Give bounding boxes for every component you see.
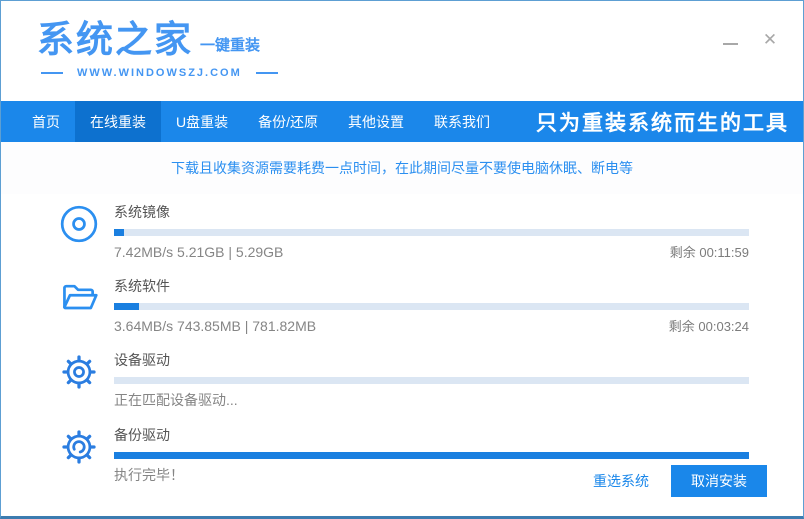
task-detail: 3.64MB/s 743.85MB | 781.82MB <box>114 318 317 334</box>
task-row-system-software: 系统软件 3.64MB/s 743.85MB | 781.82MB 剩余 00:… <box>59 274 749 335</box>
task-title: 系统软件 <box>114 278 170 294</box>
notice-text: 下载且收集资源需要耗费一点时间，在此期间尽量不要使电脑休眠、断电等 <box>1 142 803 194</box>
task-title: 备份驱动 <box>114 427 170 443</box>
progress-bar <box>114 303 749 310</box>
cancel-install-button[interactable]: 取消安装 <box>671 465 767 497</box>
nav-tab-online-reinstall[interactable]: 在线重装 <box>75 101 161 142</box>
reselect-system-button[interactable]: 重选系统 <box>593 471 649 491</box>
task-remaining: 剩余 00:11:59 <box>669 245 749 260</box>
task-title: 系统镜像 <box>114 204 170 220</box>
logo: 系统之家 一键重装 WWW.WINDOWSZJ.COM <box>37 21 278 79</box>
task-remaining: 剩余 00:03:24 <box>668 319 749 334</box>
minimize-icon[interactable] <box>717 27 743 53</box>
task-row-device-driver: 设备驱动 正在匹配设备驱动... <box>59 348 749 410</box>
progress-bar <box>114 229 749 236</box>
nav-tab-home[interactable]: 首页 <box>17 101 75 142</box>
nav-tab-contact[interactable]: 联系我们 <box>419 101 505 142</box>
website-url: WWW.WINDOWSZJ.COM <box>77 67 242 79</box>
nav-slogan: 只为重装系统而生的工具 <box>536 111 789 135</box>
footer-actions: 重选系统 取消安装 <box>593 465 767 497</box>
progress-bar <box>114 377 749 384</box>
header: 系统之家 一键重装 WWW.WINDOWSZJ.COM ✕ <box>1 1 803 101</box>
task-detail: 正在匹配设备驱动... <box>114 392 238 408</box>
app-window: 系统之家 一键重装 WWW.WINDOWSZJ.COM ✕ 首页 在线重装 U盘… <box>0 0 804 519</box>
nav-tab-other-settings[interactable]: 其他设置 <box>333 101 419 142</box>
task-title: 设备驱动 <box>114 352 170 368</box>
logo-subtitle: 一键重装 <box>200 37 261 54</box>
task-row-system-image: 系统镜像 7.42MB/s 5.21GB | 5.29GB 剩余 00:11:5… <box>59 200 749 261</box>
nav-tab-usb-reinstall[interactable]: U盘重装 <box>161 101 243 142</box>
progress-bar <box>114 452 749 459</box>
gear-icon <box>59 350 99 394</box>
folder-icon <box>59 276 99 320</box>
task-detail: 执行完毕！ <box>114 467 184 483</box>
logo-title: 系统之家 <box>37 19 193 60</box>
task-detail: 7.42MB/s 5.21GB | 5.29GB <box>114 244 284 260</box>
nav-bar: 首页 在线重装 U盘重装 备份/还原 其他设置 联系我们 只为重装系统而生的工具 <box>1 101 803 142</box>
nav-tab-backup-restore[interactable]: 备份/还原 <box>243 101 333 142</box>
window-controls: ✕ <box>717 27 783 53</box>
disc-icon <box>59 202 99 246</box>
task-list: 系统镜像 7.42MB/s 5.21GB | 5.29GB 剩余 00:11:5… <box>1 194 803 485</box>
dash-divider <box>41 72 63 74</box>
close-icon[interactable]: ✕ <box>757 27 783 53</box>
dash-divider <box>255 72 278 74</box>
gear-sync-icon <box>59 425 99 469</box>
